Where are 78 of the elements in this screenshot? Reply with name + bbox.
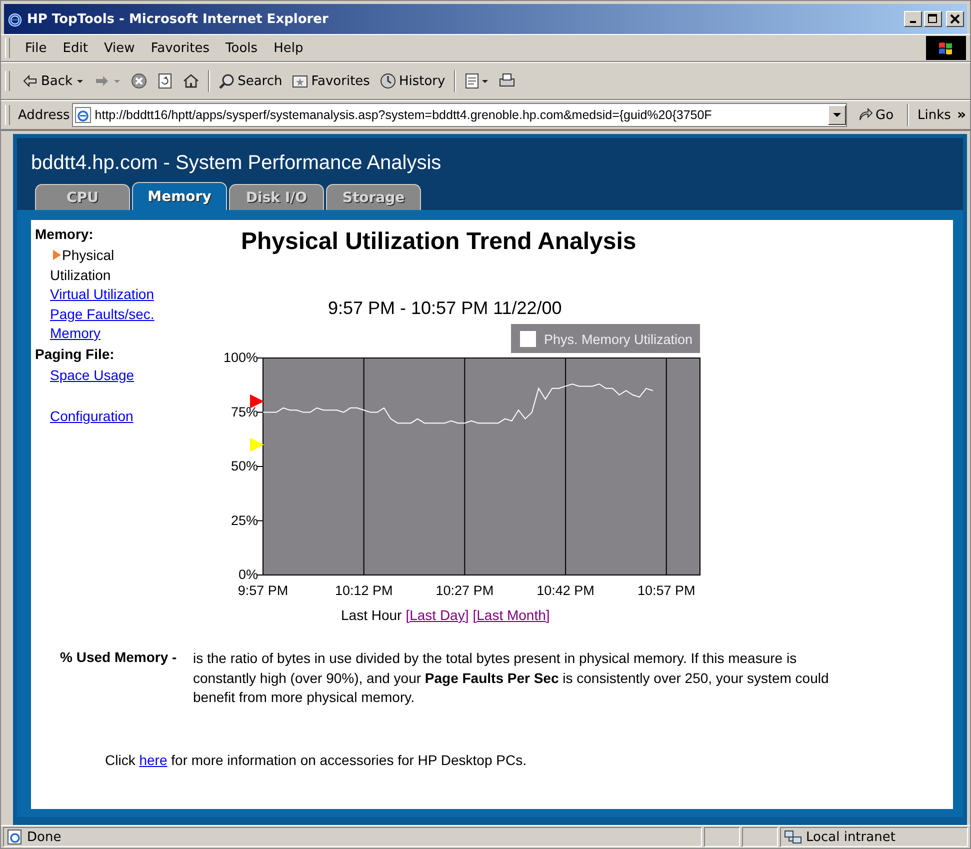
- refresh-icon: [156, 73, 173, 89]
- minimize-icon: [910, 21, 916, 23]
- page-icon: [7, 829, 23, 845]
- menu-item[interactable]: Favorites: [144, 40, 217, 56]
- range-link[interactable]: [Last Day]: [406, 607, 469, 623]
- window-title: HP TopTools - Microsoft Internet Explorer: [27, 12, 330, 26]
- nav-link[interactable]: Page Faults/sec.: [50, 306, 154, 322]
- dropdown-arrow-icon: [112, 77, 121, 85]
- menu-item[interactable]: File: [18, 40, 54, 56]
- back-arrow-icon: [22, 73, 38, 89]
- x-tick-label: 10:27 PM: [436, 583, 494, 598]
- nav-link[interactable]: Memory: [50, 325, 101, 341]
- x-tick-label: 10:42 PM: [536, 583, 594, 598]
- go-arrow-icon: [856, 107, 873, 123]
- favorites-icon: [292, 73, 308, 89]
- nav-heading: Memory:: [35, 226, 94, 242]
- close-icon: [950, 14, 960, 24]
- y-tick-label: 50%: [230, 458, 258, 474]
- x-tick-label: 9:57 PM: [238, 583, 288, 598]
- y-tick-label: 100%: [223, 350, 258, 365]
- definition-text: is the ratio of bytes in use divided by the total bytes present in physical memory. If this measure is constantly high (over 90%), and your Page Faults Per Sec is consistently over 250, your system could benefit from more physical memory.: [193, 649, 830, 707]
- address-text: http://bddtt16/hptt/apps/sysperf/systemanalysis.asp?system=bddtt4.grenoble.hp.com&medsid={guid%20{3750F: [94, 108, 713, 122]
- search-button[interactable]: Search: [214, 71, 286, 91]
- forward-arrow-icon: [94, 73, 110, 89]
- dropdown-button[interactable]: [828, 105, 846, 125]
- tab[interactable]: Memory: [132, 182, 227, 210]
- toolbar-label: History: [398, 74, 446, 88]
- stop-icon: [130, 73, 147, 89]
- go-label: Go: [876, 108, 894, 122]
- go-button[interactable]: Go: [848, 107, 902, 123]
- network-icon: [784, 829, 802, 845]
- status-text: Done: [27, 830, 62, 844]
- x-tick-label: 10:12 PM: [334, 583, 393, 598]
- links-button[interactable]: Links: [914, 106, 955, 124]
- time-range: 9:57 PM - 10:57 PM 11/22/00: [328, 298, 562, 319]
- y-tick-label: 0%: [238, 567, 258, 582]
- toolbar-label: Back: [41, 74, 73, 88]
- nav-heading: Paging File:: [35, 346, 116, 362]
- nav-link[interactable]: Virtual Utilization: [50, 286, 154, 302]
- history-icon: [380, 73, 396, 89]
- menu-item[interactable]: Edit: [56, 40, 95, 56]
- dropdown-arrow-icon: [76, 77, 84, 85]
- history-button[interactable]: History: [376, 71, 450, 91]
- definition-term: % Used Memory -: [60, 649, 178, 667]
- nav-link[interactable]: Space Usage: [50, 366, 134, 382]
- x-tick-label: 10:57 PM: [637, 583, 696, 598]
- legend-label: Phys. Memory Utilization: [544, 332, 693, 347]
- menu-item[interactable]: Tools: [218, 40, 265, 56]
- y-tick-label: 75%: [230, 404, 258, 420]
- favorites-button[interactable]: Favorites: [288, 71, 374, 91]
- chart-heading: Physical Utilization Trend Analysis: [241, 228, 636, 256]
- y-tick-label: 25%: [230, 512, 258, 528]
- zone-text: Local intranet: [806, 830, 896, 844]
- search-icon: [218, 73, 235, 89]
- printer-icon: [499, 73, 516, 89]
- home-icon: [182, 73, 199, 89]
- range-link[interactable]: [Last Month]: [472, 607, 550, 623]
- maximize-button[interactable]: [924, 11, 942, 27]
- page-title: bddtt4.hp.com - System Performance Analysis: [30, 151, 442, 176]
- close-button[interactable]: [946, 11, 964, 27]
- menu-item[interactable]: View: [96, 40, 142, 56]
- browser-logo-icon: [7, 11, 23, 27]
- toolbar-label: Favorites: [311, 74, 370, 88]
- toolbar-label: Search: [238, 74, 282, 88]
- back-button[interactable]: Back: [18, 71, 88, 91]
- here-link[interactable]: here: [139, 752, 168, 768]
- menu-item[interactable]: Help: [266, 40, 310, 56]
- address-field[interactable]: http://bddtt16/hptt/apps/sysperf/systemanalysis.asp?system=bddtt4.grenoble.hp.com&medsid={guid%20{3750F: [72, 103, 847, 127]
- maximize-icon: [928, 14, 938, 24]
- minimize-button[interactable]: [904, 11, 922, 27]
- footer-text: Click here for more information on accessories for HP Desktop PCs.: [105, 752, 528, 768]
- address-label: Address: [18, 108, 70, 122]
- nav-link[interactable]: Configuration: [50, 408, 134, 424]
- page-icon: [74, 107, 91, 123]
- more-links-button[interactable]: »: [956, 107, 966, 123]
- windows-logo-icon: [926, 36, 966, 60]
- dropdown-arrow-icon: [832, 111, 841, 119]
- range-label: Last Hour: [341, 607, 402, 623]
